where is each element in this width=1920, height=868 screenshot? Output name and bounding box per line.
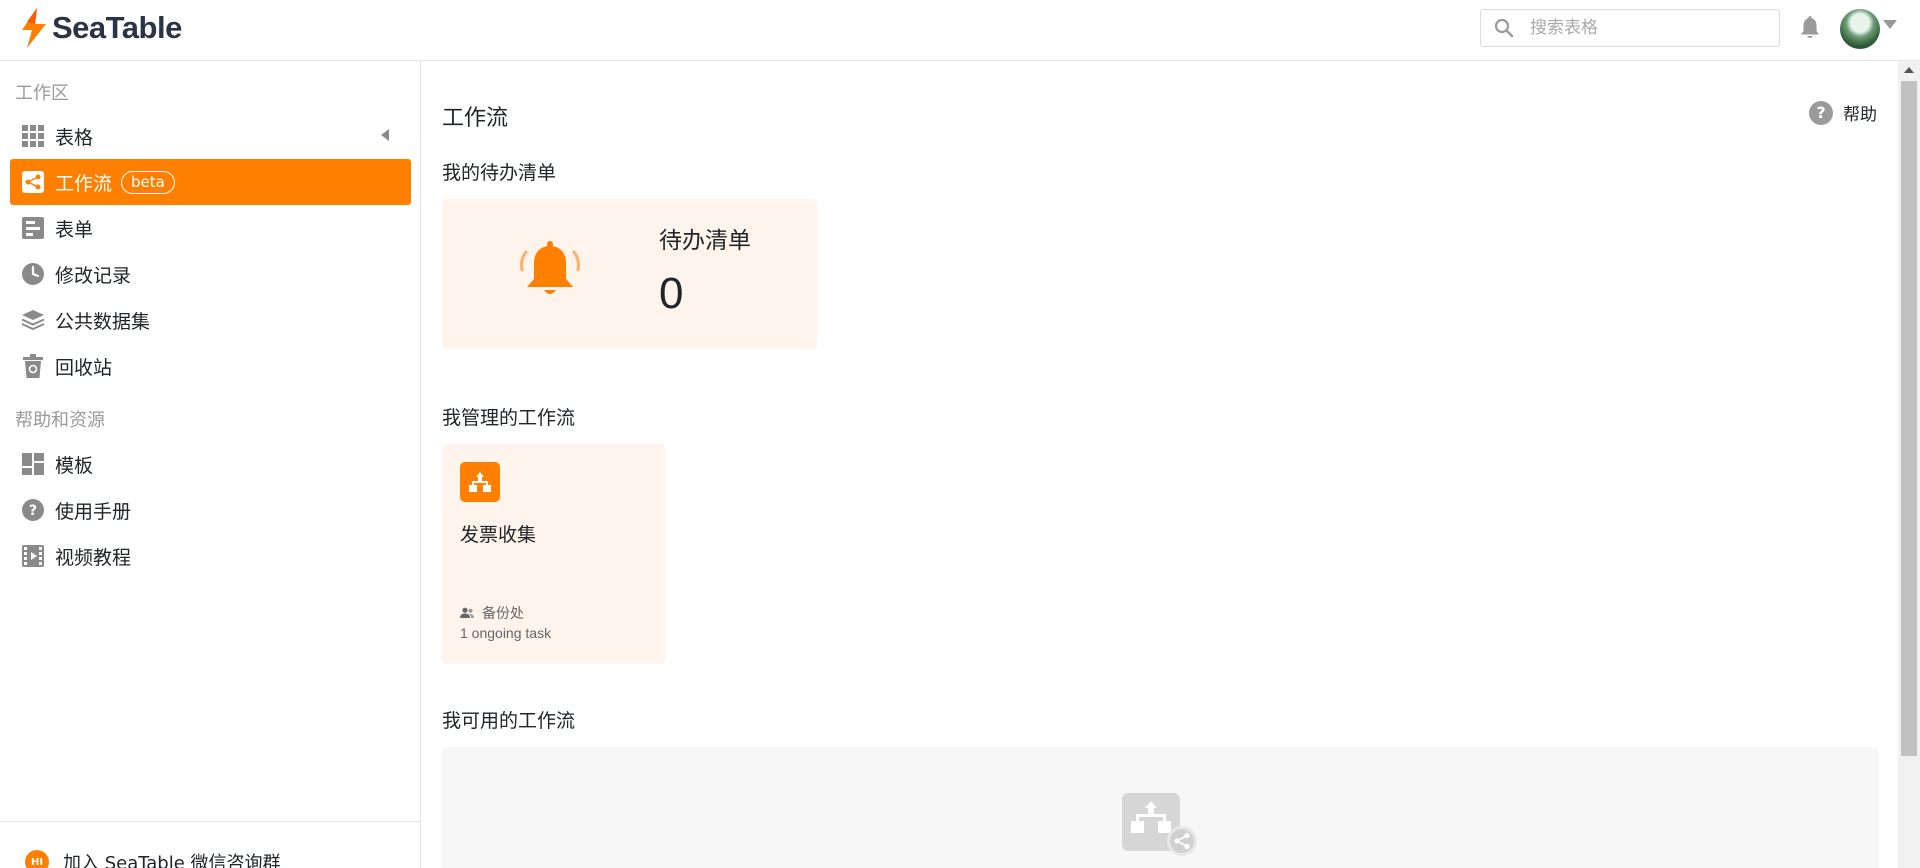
seatable-logo-icon [22,8,46,48]
sidebar-item-label: 表单 [55,218,94,241]
sidebar-item-label: 工作流 [55,172,113,195]
layers-icon [21,308,45,332]
workflow-task-count: 1 ongoing task [460,625,552,641]
svg-text:?: ? [29,503,37,519]
grid-icon [21,124,45,148]
page-title: 工作流 [442,106,509,131]
help-label: 帮助 [1843,105,1877,125]
sidebar-item-label: 视频教程 [55,546,132,569]
sidebar-item-tables[interactable]: 表格 [10,113,411,159]
available-section-title: 我可用的工作流 [442,710,576,732]
sidebar-item-label: 修改记录 [55,264,132,287]
sidebar-item-label: 表格 [55,126,94,149]
sidebar-footer-divider [0,821,421,822]
trash-icon [21,354,45,378]
managed-section-title: 我管理的工作流 [442,407,576,429]
wechat-group-link[interactable]: HI 加入 SeaTable 微信咨询群 [25,849,281,868]
sidebar-item-videos[interactable]: 视频教程 [10,533,411,579]
collapse-caret-icon[interactable] [381,129,389,141]
sidebar-item-label: 使用手册 [55,500,132,523]
workflow-card[interactable]: 发票收集 备份处 1 ongoing task [442,444,665,664]
scroll-up-arrow-icon[interactable] [1904,67,1914,73]
search-icon [1494,18,1514,38]
workflow-icon [21,170,45,194]
caret-down-icon[interactable] [1883,20,1897,29]
users-icon [460,607,474,618]
main-content: 工作流 ? 帮助 我的待办清单 待办清单 0 我管理的工作流 发票收集 备份处 … [422,61,1898,868]
sidebar-item-label: 模板 [55,454,94,477]
help-link[interactable]: ? 帮助 [1809,100,1877,125]
todo-card-title: 待办清单 [659,228,751,254]
video-icon [21,544,45,568]
wechat-icon: HI [25,850,49,868]
resources-section-title: 帮助和资源 [15,410,105,431]
search-input[interactable] [1530,18,1750,38]
sidebar-item-public-datasets[interactable]: 公共数据集 [10,297,411,343]
bell-icon [520,241,580,294]
sidebar-item-label: 公共数据集 [55,310,151,333]
workflow-card-icon [460,462,500,502]
help-circle-icon: ? [21,498,45,522]
workflow-owner: 备份处 [460,603,524,623]
wechat-group-label: 加入 SeaTable 微信咨询群 [63,853,281,868]
sidebar: 工作区 表格 工作流 beta 表单 修改记录 公共数据集 回收站 帮助和资源 … [0,61,421,868]
clock-icon [21,262,45,286]
seatable-logo[interactable]: SeaTable [19,8,182,48]
brand-name: SeaTable [52,10,182,45]
form-icon [21,216,45,240]
top-header: SeaTable [0,0,1920,61]
todo-card[interactable]: 待办清单 0 [442,199,817,349]
sidebar-item-templates[interactable]: 模板 [10,441,411,487]
workspace-section-title: 工作区 [15,83,69,104]
scrollbar-thumb[interactable] [1901,81,1917,756]
available-workflows-empty [442,747,1879,868]
sidebar-item-label: 回收站 [55,356,113,379]
sidebar-item-history[interactable]: 修改记录 [10,251,411,297]
todo-count: 0 [659,269,684,318]
todo-section-title: 我的待办清单 [442,162,557,184]
sidebar-item-workflow[interactable]: 工作流 beta [10,159,411,205]
sidebar-item-forms[interactable]: 表单 [10,205,411,251]
help-icon: ? [1809,100,1833,125]
workflow-owner-label: 备份处 [482,606,524,622]
template-icon [21,452,45,476]
shared-workflow-icon [1122,793,1197,856]
sidebar-item-trash[interactable]: 回收站 [10,343,411,389]
vertical-scrollbar[interactable] [1898,61,1920,868]
beta-badge: beta [121,170,175,194]
search-box[interactable] [1480,9,1780,47]
user-avatar[interactable] [1840,9,1880,49]
notification-bell-icon[interactable] [1799,16,1821,40]
sidebar-item-manual[interactable]: ? 使用手册 [10,487,411,533]
workflow-name: 发票收集 [460,524,537,546]
